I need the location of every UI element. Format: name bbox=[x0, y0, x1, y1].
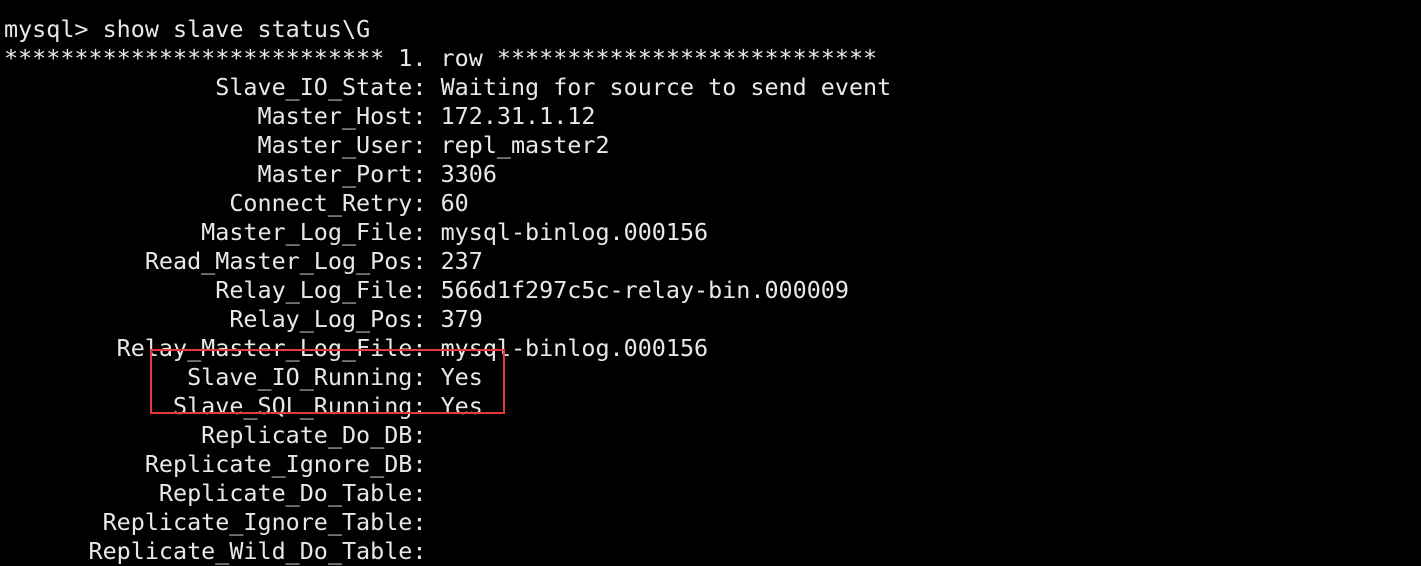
field-key: Replicate_Do_Table: bbox=[4, 479, 427, 507]
field-value: Waiting for source to send event bbox=[426, 73, 892, 101]
field-key: Slave_IO_State: bbox=[4, 73, 427, 101]
command-line[interactable]: mysql> show slave status\G bbox=[4, 15, 891, 44]
field-value: 566d1f297c5c-relay-bin.000009 bbox=[426, 276, 849, 304]
partial-previous-line: | | | bbox=[4, 0, 891, 15]
field-key: Master_User: bbox=[4, 131, 427, 159]
status-field-relay-log-file: Relay_Log_File: 566d1f297c5c-relay-bin.0… bbox=[4, 276, 891, 305]
highlight-box-running-status bbox=[150, 349, 505, 414]
status-field-master-port: Master_Port: 3306 bbox=[4, 160, 891, 189]
status-field-connect-retry: Connect_Retry: 60 bbox=[4, 189, 891, 218]
field-key: Connect_Retry: bbox=[4, 189, 427, 217]
status-field-replicate-ignore-table: Replicate_Ignore_Table: bbox=[4, 508, 891, 537]
field-value: 60 bbox=[426, 189, 469, 217]
status-field-master-log-file: Master_Log_File: mysql-binlog.000156 bbox=[4, 218, 891, 247]
row-header: *************************** 1. row *****… bbox=[4, 44, 878, 72]
status-field-replicate-do-table: Replicate_Do_Table: bbox=[4, 479, 891, 508]
field-key: Relay_Log_Pos: bbox=[4, 305, 427, 333]
field-key: Replicate_Ignore_DB: bbox=[4, 450, 427, 478]
field-key: Relay_Log_File: bbox=[4, 276, 427, 304]
field-key: Master_Port: bbox=[4, 160, 427, 188]
command-text: show slave status\G bbox=[102, 15, 371, 43]
status-field-slave-io-state: Slave_IO_State: Waiting for source to se… bbox=[4, 73, 891, 102]
field-value: 3306 bbox=[426, 160, 497, 188]
field-value: 237 bbox=[426, 247, 483, 275]
status-field-replicate-wild-do-table: Replicate_Wild_Do_Table: bbox=[4, 537, 891, 566]
field-key: Replicate_Do_DB: bbox=[4, 421, 427, 449]
field-key: Read_Master_Log_Pos: bbox=[4, 247, 427, 275]
terminal-output: | | | mysql> show slave status\G *******… bbox=[4, 0, 891, 566]
field-key: Replicate_Wild_Do_Table: bbox=[4, 537, 427, 565]
status-field-master-user: Master_User: repl_master2 bbox=[4, 131, 891, 160]
field-value: 379 bbox=[426, 305, 483, 333]
status-field-read-master-log-pos: Read_Master_Log_Pos: 237 bbox=[4, 247, 891, 276]
status-field-replicate-ignore-db: Replicate_Ignore_DB: bbox=[4, 450, 891, 479]
field-value: mysql-binlog.000156 bbox=[426, 218, 709, 246]
status-field-master-host: Master_Host: 172.31.1.12 bbox=[4, 102, 891, 131]
status-field-replicate-do-db: Replicate_Do_DB: bbox=[4, 421, 891, 450]
field-key: Master_Host: bbox=[4, 102, 427, 130]
status-fields: Slave_IO_State: Waiting for source to se… bbox=[4, 73, 891, 566]
field-value: 172.31.1.12 bbox=[426, 102, 596, 130]
field-key: Replicate_Ignore_Table: bbox=[4, 508, 427, 536]
field-value: repl_master2 bbox=[426, 131, 610, 159]
status-field-relay-log-pos: Relay_Log_Pos: 379 bbox=[4, 305, 891, 334]
prompt: mysql> bbox=[4, 15, 89, 43]
field-key: Master_Log_File: bbox=[4, 218, 427, 246]
